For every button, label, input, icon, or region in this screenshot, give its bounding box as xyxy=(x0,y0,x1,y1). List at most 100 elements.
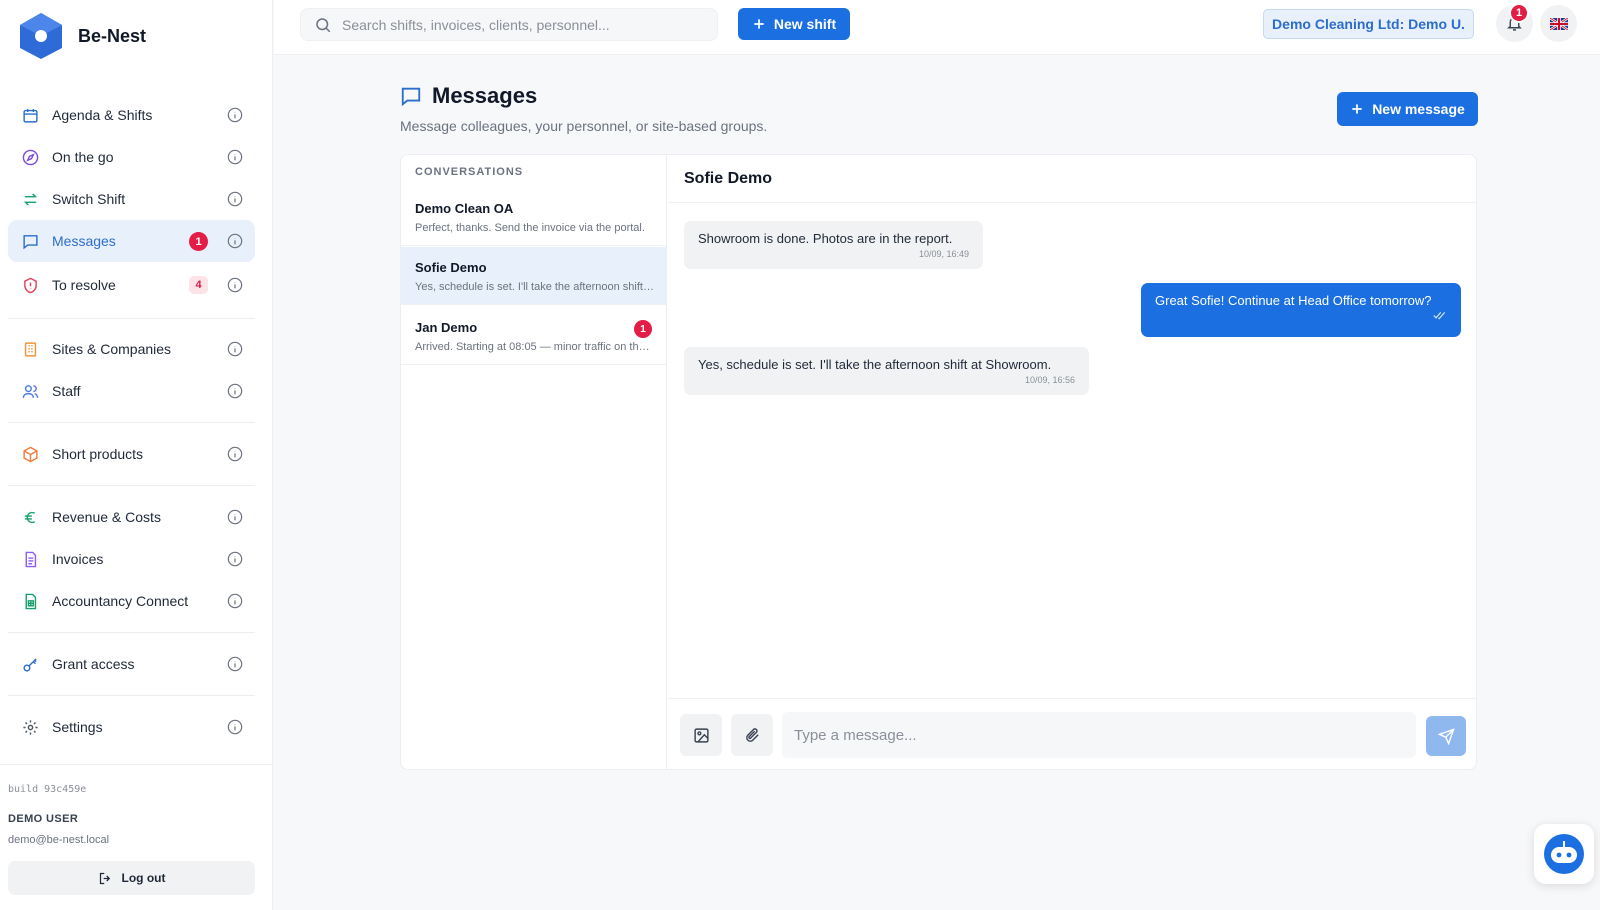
euro-icon xyxy=(21,508,39,526)
company-switcher[interactable]: Demo Cleaning Ltd: Demo U. xyxy=(1263,9,1474,39)
divider xyxy=(8,632,255,633)
users-icon xyxy=(21,382,39,400)
count-badge: 4 xyxy=(189,276,208,294)
sidebar-item-label: Sites & Companies xyxy=(52,341,172,357)
spreadsheet-icon xyxy=(21,592,39,610)
info-icon[interactable] xyxy=(227,277,243,293)
unread-badge: 1 xyxy=(189,232,208,251)
sidebar-item-label: Messages xyxy=(52,233,116,249)
new-shift-button[interactable]: New shift xyxy=(738,8,850,40)
sidebar-item-label: Grant access xyxy=(52,656,135,672)
page-subtitle: Message colleagues, your personnel, or s… xyxy=(400,118,768,134)
message-time: 10/09, 16:56 xyxy=(1024,375,1075,385)
chatbot-button[interactable] xyxy=(1534,824,1594,884)
sidebar-item-accountancy[interactable]: Accountancy Connect xyxy=(8,580,255,622)
info-icon[interactable] xyxy=(227,191,243,207)
read-receipt-icon xyxy=(1155,311,1447,322)
sidebar-item-label: To resolve xyxy=(52,277,116,293)
divider xyxy=(8,695,255,696)
conversations-header: CONVERSATIONS xyxy=(415,166,524,178)
sidebar-item-grant-access[interactable]: Grant access xyxy=(8,643,255,685)
compass-icon xyxy=(21,148,39,166)
user-email: demo@be-nest.local xyxy=(8,834,110,846)
key-icon xyxy=(21,655,39,673)
info-icon[interactable] xyxy=(227,593,243,609)
building-icon xyxy=(21,340,39,358)
divider xyxy=(8,422,255,423)
search-input[interactable] xyxy=(342,16,702,33)
logout-button[interactable]: Log out xyxy=(8,861,255,895)
sidebar-item-label: Short products xyxy=(52,446,144,462)
info-icon[interactable] xyxy=(227,656,243,672)
sidebar-item-revenue[interactable]: Revenue & Costs xyxy=(8,496,255,538)
info-icon[interactable] xyxy=(227,446,243,462)
conversation-list: CONVERSATIONS Demo Clean OA Perfect, tha… xyxy=(401,155,667,769)
messages-card: CONVERSATIONS Demo Clean OA Perfect, tha… xyxy=(400,154,1477,770)
message-time: 10/09, 16:49 xyxy=(918,249,969,259)
divider xyxy=(8,318,255,319)
logo-icon xyxy=(20,13,62,59)
message-text: Showroom is done. Photos are in the repo… xyxy=(698,231,953,246)
uk-flag-icon xyxy=(1549,17,1568,30)
sidebar-item-agenda[interactable]: Agenda & Shifts xyxy=(8,94,255,136)
invoice-icon xyxy=(21,550,39,568)
conversation-name: Demo Clean OA xyxy=(415,201,514,216)
sidebar-item-invoices[interactable]: Invoices xyxy=(8,538,255,580)
info-icon[interactable] xyxy=(227,107,243,123)
unread-badge: 1 xyxy=(634,320,652,338)
search-icon xyxy=(316,17,331,32)
sidebar-item-on-the-go[interactable]: On the go xyxy=(8,136,255,178)
info-icon[interactable] xyxy=(227,719,243,735)
new-message-button[interactable]: New message xyxy=(1337,92,1478,126)
conversation-name: Sofie Demo xyxy=(415,260,487,275)
page-title-text: Messages xyxy=(432,83,538,108)
search-box[interactable] xyxy=(300,8,718,41)
info-icon[interactable] xyxy=(227,383,243,399)
sidebar-item-staff[interactable]: Staff xyxy=(8,370,255,412)
send-icon xyxy=(1437,727,1455,745)
message-bubble-incoming: Yes, schedule is set. I'll take the afte… xyxy=(684,347,1089,395)
sidebar-item-label: Invoices xyxy=(52,551,104,567)
sidebar-item-to-resolve[interactable]: To resolve 4 xyxy=(8,264,255,306)
sidebar-item-label: Switch Shift xyxy=(52,191,126,207)
sidebar-item-label: Settings xyxy=(52,719,103,735)
conversation-item[interactable]: Demo Clean OA Perfect, thanks. Send the … xyxy=(401,188,666,246)
attach-file-button[interactable] xyxy=(731,714,773,756)
info-icon[interactable] xyxy=(227,149,243,165)
sidebar-item-messages[interactable]: Messages 1 xyxy=(8,220,255,262)
sidebar-item-settings[interactable]: Settings xyxy=(8,706,255,748)
sidebar-item-label: Accountancy Connect xyxy=(52,593,189,609)
new-message-label: New message xyxy=(1372,101,1465,117)
conversation-item[interactable]: Jan Demo 1 Arrived. Starting at 08:05 — … xyxy=(401,307,666,365)
conversation-item[interactable]: Sofie Demo Yes, schedule is set. I'll ta… xyxy=(401,247,666,305)
conversation-preview: Yes, schedule is set. I'll take the afte… xyxy=(415,281,655,293)
brand[interactable]: Be-Nest xyxy=(19,12,146,60)
sidebar-item-switch-shift[interactable]: Switch Shift xyxy=(8,178,255,220)
swap-icon xyxy=(21,190,39,208)
divider xyxy=(0,764,273,765)
conversation-preview: Perfect, thanks. Send the invoice via th… xyxy=(415,222,645,234)
sidebar-item-short-products[interactable]: Short products xyxy=(8,433,255,475)
message-composer xyxy=(668,698,1476,769)
sidebar-item-label: Agenda & Shifts xyxy=(52,107,153,123)
page-title: Messages xyxy=(400,83,537,109)
message-input[interactable] xyxy=(782,712,1416,758)
new-shift-label: New shift xyxy=(773,16,837,32)
attach-image-button[interactable] xyxy=(680,714,722,756)
plus-icon xyxy=(754,19,764,29)
info-icon[interactable] xyxy=(227,551,243,567)
chat-contact-name: Sofie Demo xyxy=(684,170,773,187)
info-icon[interactable] xyxy=(227,509,243,525)
send-button[interactable] xyxy=(1426,716,1466,756)
image-icon xyxy=(693,727,709,743)
info-icon[interactable] xyxy=(227,341,243,357)
conversation-preview: Arrived. Starting at 08:05 — minor traff… xyxy=(415,341,655,353)
message-bubble-incoming: Showroom is done. Photos are in the repo… xyxy=(684,221,983,269)
sidebar-item-sites[interactable]: Sites & Companies xyxy=(8,328,255,370)
conversation-name: Jan Demo xyxy=(415,320,478,335)
language-button[interactable] xyxy=(1540,5,1577,42)
sidebar: Be-Nest Agenda & Shifts On the go Switch… xyxy=(0,0,273,910)
info-icon[interactable] xyxy=(227,233,243,249)
robot-icon xyxy=(1544,834,1584,874)
build-label: build 93c459e xyxy=(8,784,87,795)
